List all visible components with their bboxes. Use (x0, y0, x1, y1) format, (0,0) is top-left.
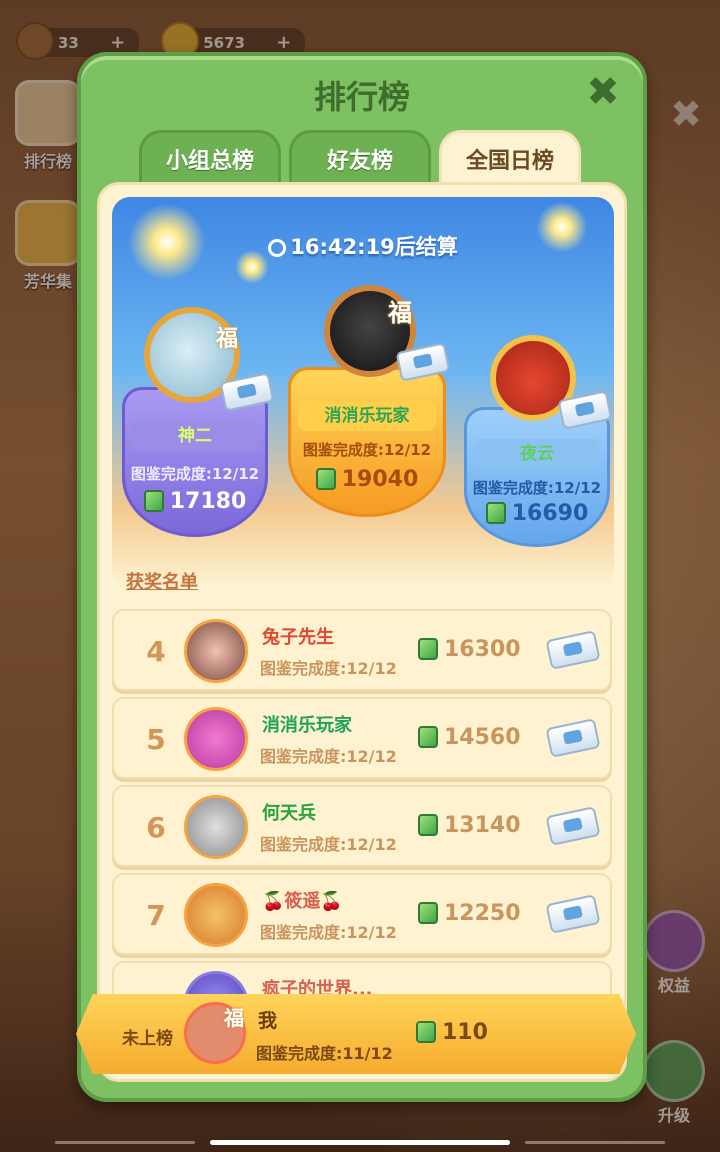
player-name: 消消乐玩家 (262, 715, 352, 736)
fu-badge: 福 (216, 327, 239, 352)
podium-score: 17180 (122, 489, 268, 514)
podium: 16:42:19后结算 神二 图鉴完成度:12/12 17180 福 消消乐玩家… (112, 197, 614, 587)
rank-number: 4 (146, 635, 166, 668)
rank-number: 7 (146, 899, 166, 932)
rank-number: 5 (146, 723, 166, 756)
page-indicator (525, 1141, 665, 1144)
reward-box-icon (545, 630, 601, 670)
settlement-timer: 16:42:19后结算 (112, 231, 614, 261)
player-name: 🍒筱遥🍒 (262, 891, 343, 912)
leaderboard-panel: 排行榜 ✖ 小组总榜 好友榜 全国日榜 16:42:19后结算 神二 图鉴完成度… (77, 52, 647, 1102)
ranking-row[interactable]: 6 何天兵 图鉴完成度:12/12 13140 (112, 785, 612, 867)
podium-first[interactable]: 消消乐玩家 图鉴完成度:12/12 19040 (288, 367, 446, 517)
podium-name: 消消乐玩家 (298, 401, 436, 431)
player-name: 兔子先生 (262, 627, 334, 648)
podium-progress: 图鉴完成度:12/12 (472, 479, 602, 497)
timer-text: 16:42:19后结算 (290, 235, 458, 259)
fu-badge: 福 (388, 299, 412, 327)
player-progress: 图鉴完成度:12/12 (260, 659, 397, 678)
podium-score: 16690 (464, 501, 610, 526)
avatar (184, 795, 248, 859)
leaderboard-content: 16:42:19后结算 神二 图鉴完成度:12/12 17180 福 消消乐玩家… (97, 182, 627, 1082)
gem-icon (418, 638, 438, 660)
ranking-row[interactable]: 4 兔子先生 图鉴完成度:12/12 16300 (112, 609, 612, 691)
panel-title: 排行榜 (313, 78, 410, 116)
avatar (184, 619, 248, 683)
my-rank-status: 未上榜 (122, 1029, 173, 1049)
player-score: 12250 (418, 901, 521, 926)
podium-name: 神二 (132, 421, 258, 451)
page-indicator (55, 1141, 195, 1144)
gem-icon (418, 726, 438, 748)
gem-icon (315, 468, 336, 490)
player-progress: 图鉴完成度:12/12 (260, 923, 397, 942)
player-score: 14560 (418, 725, 521, 750)
gem-icon (416, 1021, 436, 1043)
winners-list-heading: 获奖名单 (126, 572, 198, 593)
gem-icon (143, 490, 164, 512)
fu-badge: 福 (224, 1006, 244, 1030)
player-progress: 图鉴完成度:12/12 (260, 835, 397, 854)
gem-icon (418, 814, 438, 836)
my-name: 我 (258, 1010, 278, 1032)
podium-progress: 图鉴完成度:12/12 (302, 441, 432, 459)
gem-icon (418, 902, 438, 924)
podium-second[interactable]: 神二 图鉴完成度:12/12 17180 (122, 387, 268, 537)
avatar (184, 707, 248, 771)
ranking-row[interactable]: 7 🍒筱遥🍒 图鉴完成度:12/12 12250 (112, 873, 612, 955)
podium-third[interactable]: 夜云 图鉴完成度:12/12 16690 (464, 407, 610, 547)
podium-score: 19040 (288, 467, 446, 492)
reward-box-icon (545, 894, 601, 934)
player-progress: 图鉴完成度:12/12 (260, 747, 397, 766)
player-name: 何天兵 (262, 803, 316, 824)
ranking-row[interactable]: 5 消消乐玩家 图鉴完成度:12/12 14560 (112, 697, 612, 779)
avatar (184, 883, 248, 947)
podium-progress: 图鉴完成度:12/12 (130, 465, 260, 483)
my-score: 110 (416, 1020, 488, 1045)
my-rank-bar[interactable]: 未上榜 福 我 图鉴完成度:11/12 110 (76, 994, 636, 1074)
podium-name: 夜云 (474, 439, 600, 469)
clock-icon (268, 239, 287, 257)
home-indicator[interactable] (210, 1140, 510, 1145)
reward-box-icon (545, 718, 601, 758)
gem-icon (485, 502, 506, 524)
reward-box-icon (545, 806, 601, 846)
rank-number: 6 (146, 811, 166, 844)
player-score: 13140 (418, 813, 521, 838)
close-icon[interactable]: ✖ (581, 70, 625, 114)
player-score: 16300 (418, 637, 521, 662)
my-progress: 图鉴完成度:11/12 (256, 1044, 393, 1063)
